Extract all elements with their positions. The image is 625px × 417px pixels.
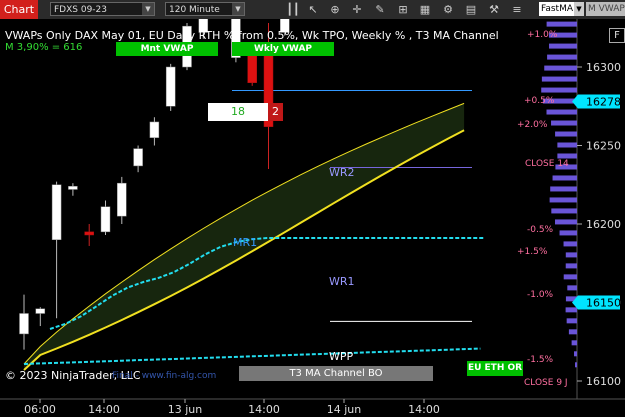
profile-bar [554,219,577,225]
close-label: CLOSE 9 J [524,378,568,388]
pct-label: +1.5% [517,247,548,257]
chevron-down-icon[interactable]: ▼ [574,2,584,16]
profile-bar [557,142,577,148]
candle-body[interactable] [247,54,257,83]
order-quantity[interactable]: 18 [208,103,268,121]
time-tick-label: 14:00 [408,403,440,416]
profile-bar [541,87,577,93]
crosshair-icon[interactable]: ✛ [349,2,365,17]
candle-body[interactable] [19,313,29,335]
order-count[interactable]: 2 [268,103,283,121]
wr1-label: WR1 [329,275,355,288]
time-tick-label: 14:00 [88,403,120,416]
watermark: Final - www.fin-alg.com [112,371,217,381]
mr1-label: MR1 [233,236,258,249]
time-tick-label: 14 jun [327,403,362,416]
wr2-label: WR2 [329,166,355,179]
time-tick-label: 13 jun [168,403,203,416]
profile-bar [563,241,577,247]
chart-tab[interactable]: Chart [0,0,38,19]
candle-body[interactable] [117,182,127,217]
profile-bar [546,109,577,115]
zoom-icon[interactable]: ⊕ [327,2,343,17]
profile-bar [541,76,577,82]
mnt-vwap-badge: Mnt VWAP [116,42,218,56]
price-tick-label: 16300 [586,61,621,74]
pct-label: +1.0% [527,30,558,40]
strategy-icon[interactable]: ⚙ [440,2,456,17]
profile-bar [575,362,577,368]
draw-icon[interactable]: ✎ [372,2,388,17]
pct-label: +2.0% [517,120,548,130]
candle-body[interactable] [165,66,176,107]
profile-bar [565,307,577,313]
candle-body[interactable] [100,206,111,233]
candle-body[interactable] [35,308,46,314]
profile-bar [547,54,577,60]
price-marker-label: 16278 [586,96,621,109]
chart-title: VWAPs Only DAX May 01, EU Daily RTH % fr… [5,29,499,42]
properties-icon[interactable]: ⚒ [486,2,502,17]
profile-bar [565,263,577,269]
profile-bar [566,318,577,324]
candle-body[interactable] [84,231,94,236]
indicator-select-2[interactable]: M VWAP [586,2,625,16]
profile-bar [544,65,577,71]
price-marker-label: 16150 [586,297,621,310]
indicator-select[interactable]: FastMA [539,2,575,16]
profile-bar [550,186,577,192]
sliders-icon[interactable]: ≡ [509,2,525,17]
indicator-readout: M 3,90% = 616 [5,42,83,53]
interval-select[interactable]: 120 Minute ▼ [165,2,245,16]
interval-value: 120 Minute [169,5,220,15]
profile-bar [559,230,577,236]
f-label[interactable]: F [609,28,625,43]
eu-eth-or-badge: EU ETH OR [467,361,523,376]
candle-body[interactable] [68,186,78,190]
close-label: CLOSE 14 [525,159,569,169]
profile-bar [568,329,577,335]
profile-bar [567,285,577,291]
profile-bar [549,197,577,203]
toolbar: Chart FDXS 09-23 ▼ 120 Minute ▼ ┃┃ ↖ ⊕ ✛ ✎… [0,0,625,20]
chevron-down-icon: ▼ [232,3,244,15]
price-tick-label: 16200 [586,218,621,231]
instrument-select[interactable]: FDXS 09-23 ▼ [50,2,155,16]
text-icon[interactable]: ⊞ [395,2,411,17]
pct-label: -1.0% [527,290,554,300]
profile-bar [557,153,577,159]
profile-bar [551,208,577,214]
profile-bar [565,252,577,258]
profile-bar [549,43,577,49]
instrument-value: FDXS 09-23 [54,5,107,15]
profile-bar [574,351,577,357]
bars-icon[interactable]: ┃┃ [285,2,301,17]
profile-bar [563,274,577,280]
candle-body[interactable] [149,121,160,138]
profile-bar [551,120,577,126]
data-box-icon[interactable]: ▤ [463,2,479,17]
wpp-label: WPP [329,350,354,363]
t3-channel-badge: T3 MA Channel BO [239,366,433,381]
profile-bar [552,175,577,181]
price-tick-label: 16250 [586,140,621,153]
indicator-icon[interactable]: ▦ [417,2,433,17]
pct-label: +0.5% [524,96,555,106]
profile-bar [555,131,577,137]
profile-bar [571,340,577,346]
price-tick-label: 16100 [586,375,621,388]
candle-body[interactable] [133,148,143,167]
pct-label: -0.5% [527,225,554,235]
wkly-vwap-badge: Wkly VWAP [232,42,334,56]
time-tick-label: 06:00 [24,403,56,416]
chevron-down-icon: ▼ [142,3,154,15]
profile-bar [546,21,577,27]
pct-label: -1.5% [527,355,554,365]
candle-body[interactable] [51,184,62,240]
time-tick-label: 14:00 [248,403,280,416]
pointer-icon[interactable]: ↖ [305,2,321,17]
